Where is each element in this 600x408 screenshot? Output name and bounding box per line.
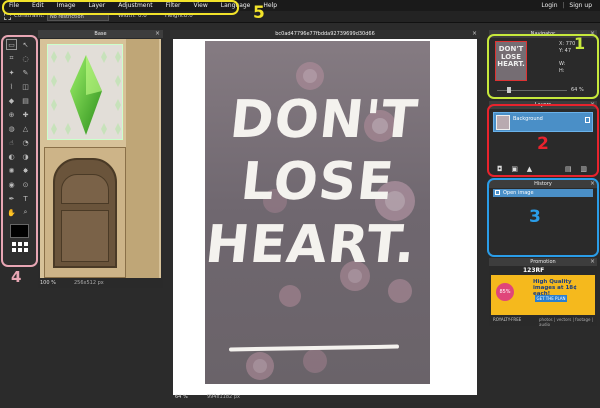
promotion-close-icon[interactable]: × xyxy=(590,259,595,265)
promo-cta-button[interactable]: GET THE PLAN xyxy=(535,295,567,302)
canvas-dimensions: 994x1182 px xyxy=(207,394,240,400)
base-panel-title: Base xyxy=(38,30,163,38)
base-door xyxy=(53,158,117,268)
base-zoom-unit: % xyxy=(51,280,56,286)
base-dimensions: 256x512 px xyxy=(74,280,104,286)
annotation-box-3 xyxy=(487,178,599,257)
signup-link[interactable]: Sign up xyxy=(569,2,592,9)
promotion-title: Promotion xyxy=(489,258,597,266)
annotation-number-3: 3 xyxy=(529,207,541,227)
login-link[interactable]: Login xyxy=(541,2,557,9)
menu-help[interactable]: Help xyxy=(263,2,277,9)
base-close-icon[interactable]: × xyxy=(155,31,161,37)
promo-footer-left: ROYALTY-FREE xyxy=(493,317,522,322)
canvas-zoom-unit: % xyxy=(182,394,188,400)
promo-discount: 85% xyxy=(496,283,514,301)
base-door-frame xyxy=(44,147,126,278)
canvas-panel: bc0ad47796e77fbdda92739699d30d66 × DON'T xyxy=(170,30,480,403)
annotation-number-5: 5 xyxy=(253,3,265,23)
base-side-strip xyxy=(126,39,159,278)
annotation-box-4 xyxy=(1,35,38,267)
annotation-box-5 xyxy=(2,0,239,15)
promo-banner[interactable]: 85% High Quality images at 18¢ each! GET… xyxy=(491,275,595,315)
base-panel: Base × 100 % 256x512 px xyxy=(38,30,163,288)
poster-line-3: HEART. xyxy=(205,214,420,275)
annotation-number-1: 1 xyxy=(574,34,586,53)
base-zoom-value: 100 xyxy=(40,280,50,286)
base-zoom-readout[interactable]: 100 % xyxy=(40,280,56,286)
promo-footer-right: photos | vectors | footage | audio xyxy=(539,317,594,327)
canvas-area[interactable]: DON'T LOSE HEART. xyxy=(173,39,477,395)
annotation-number-4: 4 xyxy=(11,268,22,286)
promo-brand: 123RF xyxy=(523,267,545,274)
account-links: Login | Sign up xyxy=(541,2,592,9)
poster-image: DON'T LOSE HEART. xyxy=(205,41,430,384)
canvas-close-icon[interactable]: × xyxy=(472,31,477,37)
base-wallpaper-tile xyxy=(47,44,123,140)
base-image xyxy=(40,39,161,278)
canvas-title: bc0ad47796e77fbdda92739699d30d66 xyxy=(170,30,480,38)
poster-line-2: LOSE xyxy=(238,152,397,213)
poster-text: DON'T LOSE HEART. xyxy=(205,89,430,276)
account-separator: | xyxy=(562,2,565,9)
canvas-zoom-readout[interactable]: 64 % xyxy=(175,394,188,400)
plumbob-icon xyxy=(51,51,121,135)
canvas-zoom-value: 64 xyxy=(175,394,182,400)
annotation-number-2: 2 xyxy=(537,134,549,154)
promotion-panel: Promotion × 123RF 85% High Quality image… xyxy=(489,258,597,327)
poster-line-1: DON'T xyxy=(227,90,421,150)
